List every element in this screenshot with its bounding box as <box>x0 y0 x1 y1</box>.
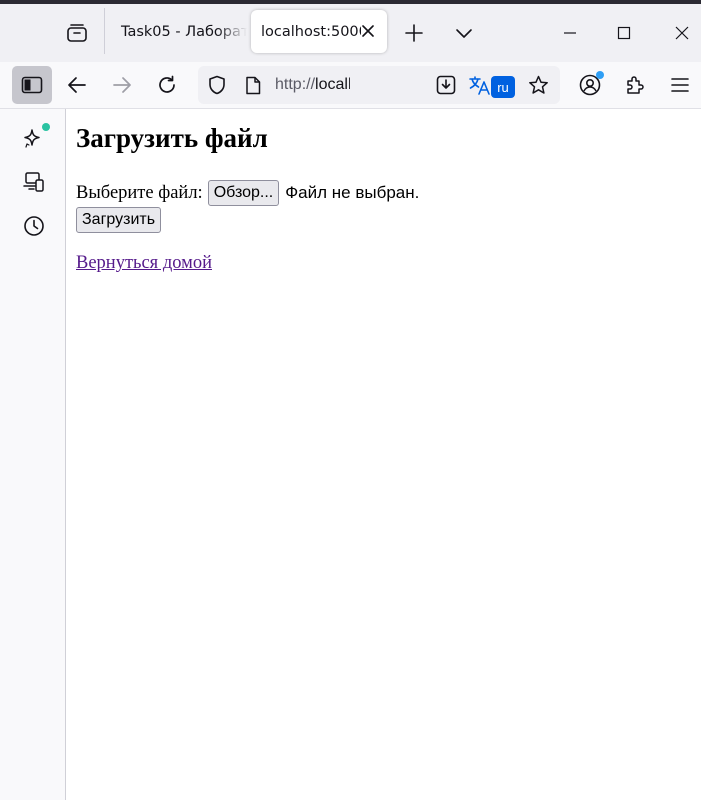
maximize-icon <box>617 26 631 40</box>
history-button[interactable] <box>19 211 49 241</box>
sidebar-toggle-button[interactable] <box>12 66 52 104</box>
bookmark-star-icon[interactable] <box>527 74 549 96</box>
ai-sparkle-icon <box>23 123 50 149</box>
maximize-button[interactable] <box>609 18 639 48</box>
tab-localhost[interactable]: localhost:5000/upload <box>251 10 387 53</box>
forward-button[interactable] <box>107 70 137 100</box>
translate-language-badge[interactable]: ru <box>491 76 515 98</box>
shield-icon[interactable] <box>206 74 228 96</box>
tab-list-icon <box>66 23 88 43</box>
account-button[interactable] <box>575 70 605 100</box>
ai-chatbot-button[interactable] <box>19 123 50 153</box>
url-host: localhost:5000 <box>315 76 350 93</box>
browse-button[interactable]: Обзор... <box>207 180 280 206</box>
tab-separator <box>104 8 105 54</box>
back-icon <box>67 76 87 94</box>
close-window-button[interactable] <box>667 18 697 48</box>
synced-tabs-button[interactable] <box>19 167 49 197</box>
menu-button[interactable] <box>665 70 695 100</box>
minimize-button[interactable] <box>555 18 585 48</box>
file-input-row: Выберите файл: Обзор... Файл не выбран. <box>76 180 419 206</box>
tab-title: localhost:5000/upload <box>261 23 361 40</box>
tab-overflow-button[interactable] <box>449 18 479 48</box>
translate-icon[interactable] <box>469 74 491 96</box>
new-tab-icon <box>405 24 423 42</box>
top-edge <box>0 0 701 4</box>
sidebar-icon <box>21 76 43 94</box>
url-prefix: http:// <box>275 76 316 93</box>
reload-button[interactable] <box>152 70 182 100</box>
extensions-icon <box>625 75 645 95</box>
extensions-button[interactable] <box>620 70 650 100</box>
forward-icon <box>112 76 132 94</box>
chevron-down-icon <box>455 27 473 39</box>
reload-icon <box>157 75 177 95</box>
tab-strip: Task05 - Лабораторная работа localhost:5… <box>0 0 701 62</box>
file-label: Выберите файл: <box>76 182 203 203</box>
back-button[interactable] <box>62 70 92 100</box>
tab-list-button[interactable] <box>62 18 92 48</box>
download-icon[interactable] <box>435 74 457 96</box>
new-tab-button[interactable] <box>399 18 429 48</box>
sidebar <box>0 109 66 800</box>
minimize-icon <box>563 26 577 40</box>
tab-task05[interactable]: Task05 - Лабораторная работа <box>111 10 247 53</box>
page-icon[interactable] <box>242 74 264 96</box>
synced-tabs-icon <box>23 171 45 193</box>
account-icon <box>579 71 604 96</box>
close-window-icon <box>675 26 689 40</box>
upload-button[interactable]: Загрузить <box>76 207 162 233</box>
url-text[interactable]: http://localhost:5000 <box>275 76 350 94</box>
history-icon <box>23 215 45 237</box>
nav-toolbar: http://localhost:5000 ru <box>0 62 701 109</box>
menu-icon <box>671 77 689 93</box>
file-status: Файл не выбран. <box>285 183 420 202</box>
page-title: Загрузить файл <box>76 123 268 153</box>
close-tab-icon[interactable] <box>359 22 377 40</box>
notification-dot <box>596 71 604 79</box>
notification-dot <box>42 123 50 131</box>
home-link[interactable]: Вернуться домой <box>76 253 212 274</box>
page-content: Загрузить файл Выберите файл: Обзор... Ф… <box>66 109 701 800</box>
url-bar[interactable]: http://localhost:5000 ru <box>198 66 560 104</box>
